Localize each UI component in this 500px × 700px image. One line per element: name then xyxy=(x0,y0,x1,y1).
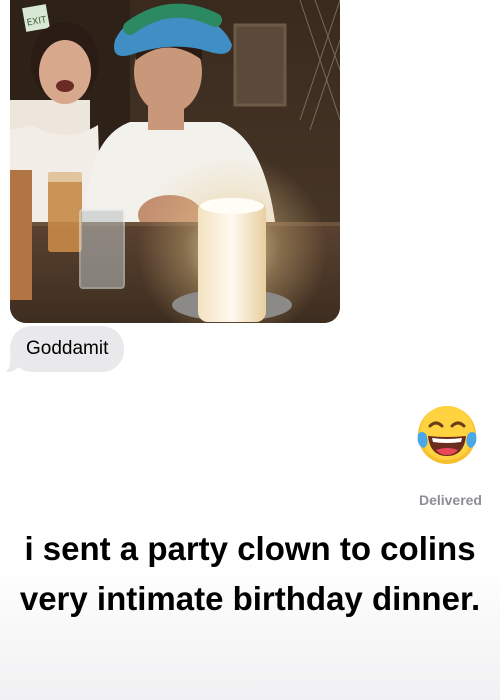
delivery-status: Delivered xyxy=(418,492,482,508)
message-photo[interactable]: EXIT xyxy=(10,0,340,323)
tears-of-joy-emoji-icon[interactable] xyxy=(414,402,480,468)
received-message-bubble[interactable]: Goddamit xyxy=(10,326,125,372)
story-caption: i sent a party clown to colins very inti… xyxy=(19,530,481,617)
